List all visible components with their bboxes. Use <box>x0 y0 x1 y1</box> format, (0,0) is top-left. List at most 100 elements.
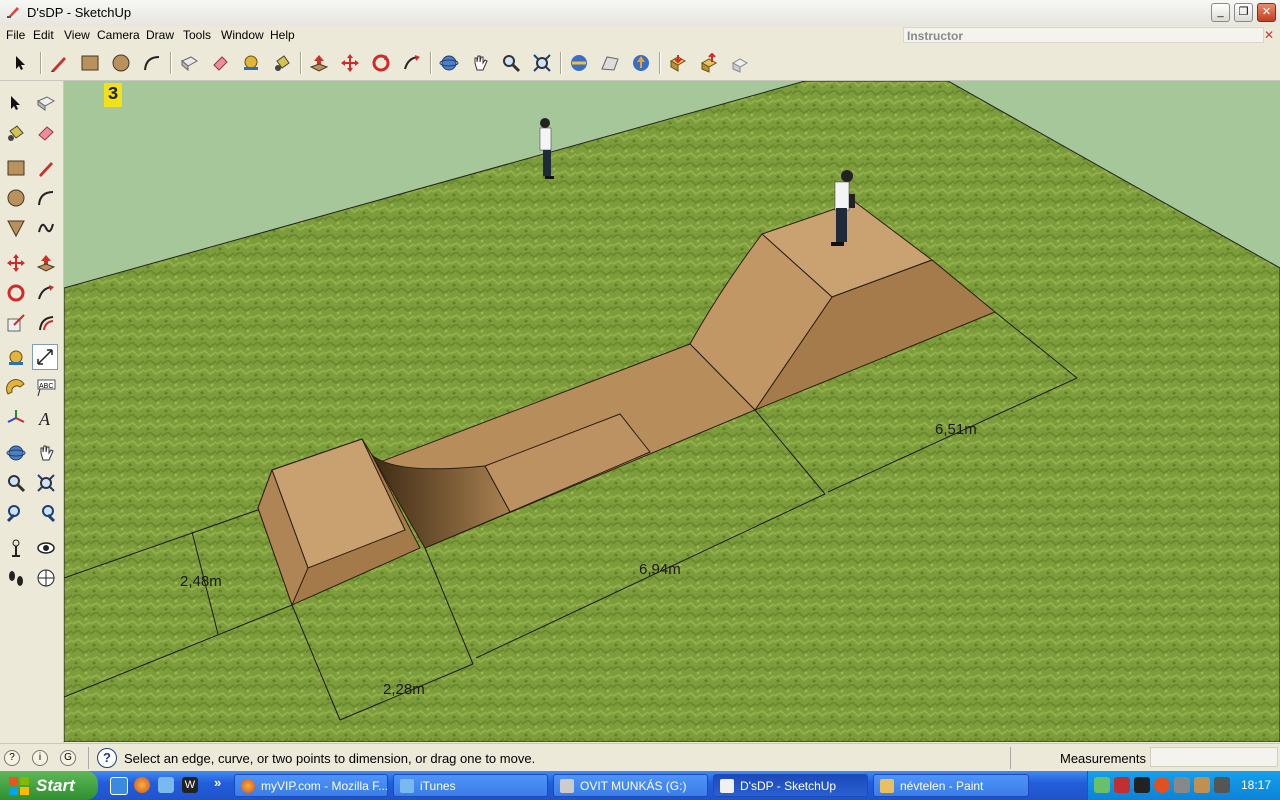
text-tool-icon[interactable]: ABC <box>33 375 59 401</box>
freehand-tool-icon[interactable] <box>33 215 59 241</box>
rotate-tool-icon[interactable] <box>3 280 29 306</box>
task-paint[interactable]: névtelen - Paint <box>873 774 1029 797</box>
eraser-tool-icon[interactable] <box>208 51 232 75</box>
scale-tool-icon[interactable] <box>3 310 29 336</box>
push-pull-icon[interactable] <box>33 250 59 276</box>
orbit-tool-icon[interactable] <box>437 51 461 75</box>
task-itunes[interactable]: iTunes <box>393 774 548 797</box>
arc-tool-icon[interactable] <box>33 185 59 211</box>
section-plane-icon[interactable] <box>33 565 59 591</box>
instructor-close-icon[interactable]: ✕ <box>1264 28 1274 42</box>
winamp-icon[interactable]: W <box>182 777 198 793</box>
push-pull-icon[interactable] <box>307 51 331 75</box>
select-tool-icon[interactable] <box>9 51 33 75</box>
protractor-icon[interactable] <box>3 375 29 401</box>
start-button[interactable]: Start <box>0 771 98 800</box>
tray-monitor-icon[interactable] <box>1134 777 1150 793</box>
firefox-icon[interactable] <box>134 777 150 793</box>
position-camera-icon[interactable] <box>3 535 29 561</box>
walk-tool-icon[interactable] <box>3 565 29 591</box>
axes-tool-icon[interactable] <box>3 405 29 431</box>
dimension-label[interactable]: 6,51m <box>935 421 977 438</box>
task-drive[interactable]: OVIT MUNKÁS (G:) <box>553 774 708 797</box>
arc-tool-icon[interactable] <box>140 51 164 75</box>
follow-me-icon[interactable] <box>400 51 424 75</box>
firefox-icon <box>241 779 255 793</box>
rectangle-tool-icon[interactable] <box>3 155 29 181</box>
tray-speaker-icon[interactable] <box>1174 777 1190 793</box>
task-firefox[interactable]: myVIP.com - Mozilla F... <box>234 774 388 797</box>
minimize-button[interactable]: _ <box>1211 3 1230 22</box>
share-model-icon[interactable] <box>697 51 721 75</box>
look-around-icon[interactable] <box>33 535 59 561</box>
model-viewport[interactable]: 3 6,51m 6,94m 2,48m 2,28m <box>64 81 1280 742</box>
tray-device-icon[interactable] <box>1214 777 1230 793</box>
dimension-label[interactable]: 6,94m <box>639 561 681 578</box>
circle-tool-icon[interactable] <box>3 185 29 211</box>
show-desktop-icon[interactable] <box>110 777 128 795</box>
status-message: Select an edge, curve, or two points to … <box>124 751 536 766</box>
close-button[interactable]: ✕ <box>1257 3 1276 22</box>
menu-help[interactable]: Help <box>270 28 295 42</box>
move-tool-icon[interactable] <box>338 51 362 75</box>
quicklaunch-overflow-icon[interactable]: » <box>214 775 221 790</box>
menu-edit[interactable]: Edit <box>33 28 54 42</box>
offset-tool-icon[interactable] <box>33 310 59 336</box>
restore-button[interactable]: ❐ <box>1234 3 1253 22</box>
orbit-tool-icon[interactable] <box>3 440 29 466</box>
circle-tool-icon[interactable] <box>109 51 133 75</box>
tray-opera-icon[interactable] <box>1154 777 1170 793</box>
pencil-tool-icon[interactable] <box>47 51 71 75</box>
polygon-tool-icon[interactable] <box>3 215 29 241</box>
tray-network-icon[interactable] <box>1094 777 1110 793</box>
previous-view-icon[interactable] <box>3 500 29 526</box>
user-icon[interactable]: G <box>60 750 76 766</box>
toggle-terrain-icon[interactable] <box>598 51 622 75</box>
menu-file[interactable]: File <box>6 28 25 42</box>
clock: 18:17 <box>1240 778 1271 792</box>
zoom-tool-icon[interactable] <box>499 51 523 75</box>
select-tool-icon[interactable] <box>3 90 29 116</box>
menu-view[interactable]: View <box>64 28 90 42</box>
paint-bucket-icon[interactable] <box>3 120 29 146</box>
zoom-window-icon[interactable] <box>33 470 59 496</box>
menu-window[interactable]: Window <box>221 28 264 42</box>
itunes-icon[interactable] <box>158 777 174 793</box>
next-view-icon[interactable] <box>33 500 59 526</box>
tray-x-icon[interactable] <box>1114 777 1130 793</box>
dimension-label[interactable]: 2,48m <box>180 573 222 590</box>
dimension-label[interactable]: 2,28m <box>383 681 425 698</box>
pan-tool-icon[interactable] <box>33 440 59 466</box>
menu-tools[interactable]: Tools <box>183 28 211 42</box>
measurements-input[interactable] <box>1150 747 1278 767</box>
eraser-tool-icon[interactable] <box>33 120 59 146</box>
rectangle-tool-icon[interactable] <box>78 51 102 75</box>
make-component-icon[interactable] <box>33 90 59 116</box>
left-toolbar: ABC A <box>0 81 64 743</box>
rotate-tool-icon[interactable] <box>369 51 393 75</box>
tape-measure-icon[interactable] <box>239 51 263 75</box>
paint-bucket-icon[interactable] <box>270 51 294 75</box>
zoom-tool-icon[interactable] <box>3 470 29 496</box>
credits-icon[interactable]: i <box>32 750 48 766</box>
pan-tool-icon[interactable] <box>468 51 492 75</box>
menu-draw[interactable]: Draw <box>146 28 174 42</box>
zoom-extents-icon[interactable] <box>530 51 554 75</box>
tray-app-icon[interactable] <box>1194 777 1210 793</box>
get-current-view-icon[interactable] <box>567 51 591 75</box>
place-model-icon[interactable] <box>629 51 653 75</box>
make-component-icon[interactable] <box>177 51 201 75</box>
help-icon[interactable]: ? <box>97 748 117 768</box>
tape-measure-icon[interactable] <box>3 345 29 371</box>
3d-text-icon[interactable]: A <box>33 405 59 431</box>
instructor-panel[interactable]: Instructor <box>903 27 1264 43</box>
follow-me-icon[interactable] <box>33 280 59 306</box>
geo-location-icon[interactable]: ? <box>4 750 20 766</box>
menu-camera[interactable]: Camera <box>97 28 140 42</box>
get-models-icon[interactable] <box>666 51 690 75</box>
task-sketchup[interactable]: D'sDP - SketchUp <box>713 774 868 797</box>
share-component-icon[interactable] <box>728 51 752 75</box>
line-tool-icon[interactable] <box>33 155 59 181</box>
move-tool-icon[interactable] <box>3 250 29 276</box>
dimension-tool-icon[interactable] <box>32 344 58 370</box>
